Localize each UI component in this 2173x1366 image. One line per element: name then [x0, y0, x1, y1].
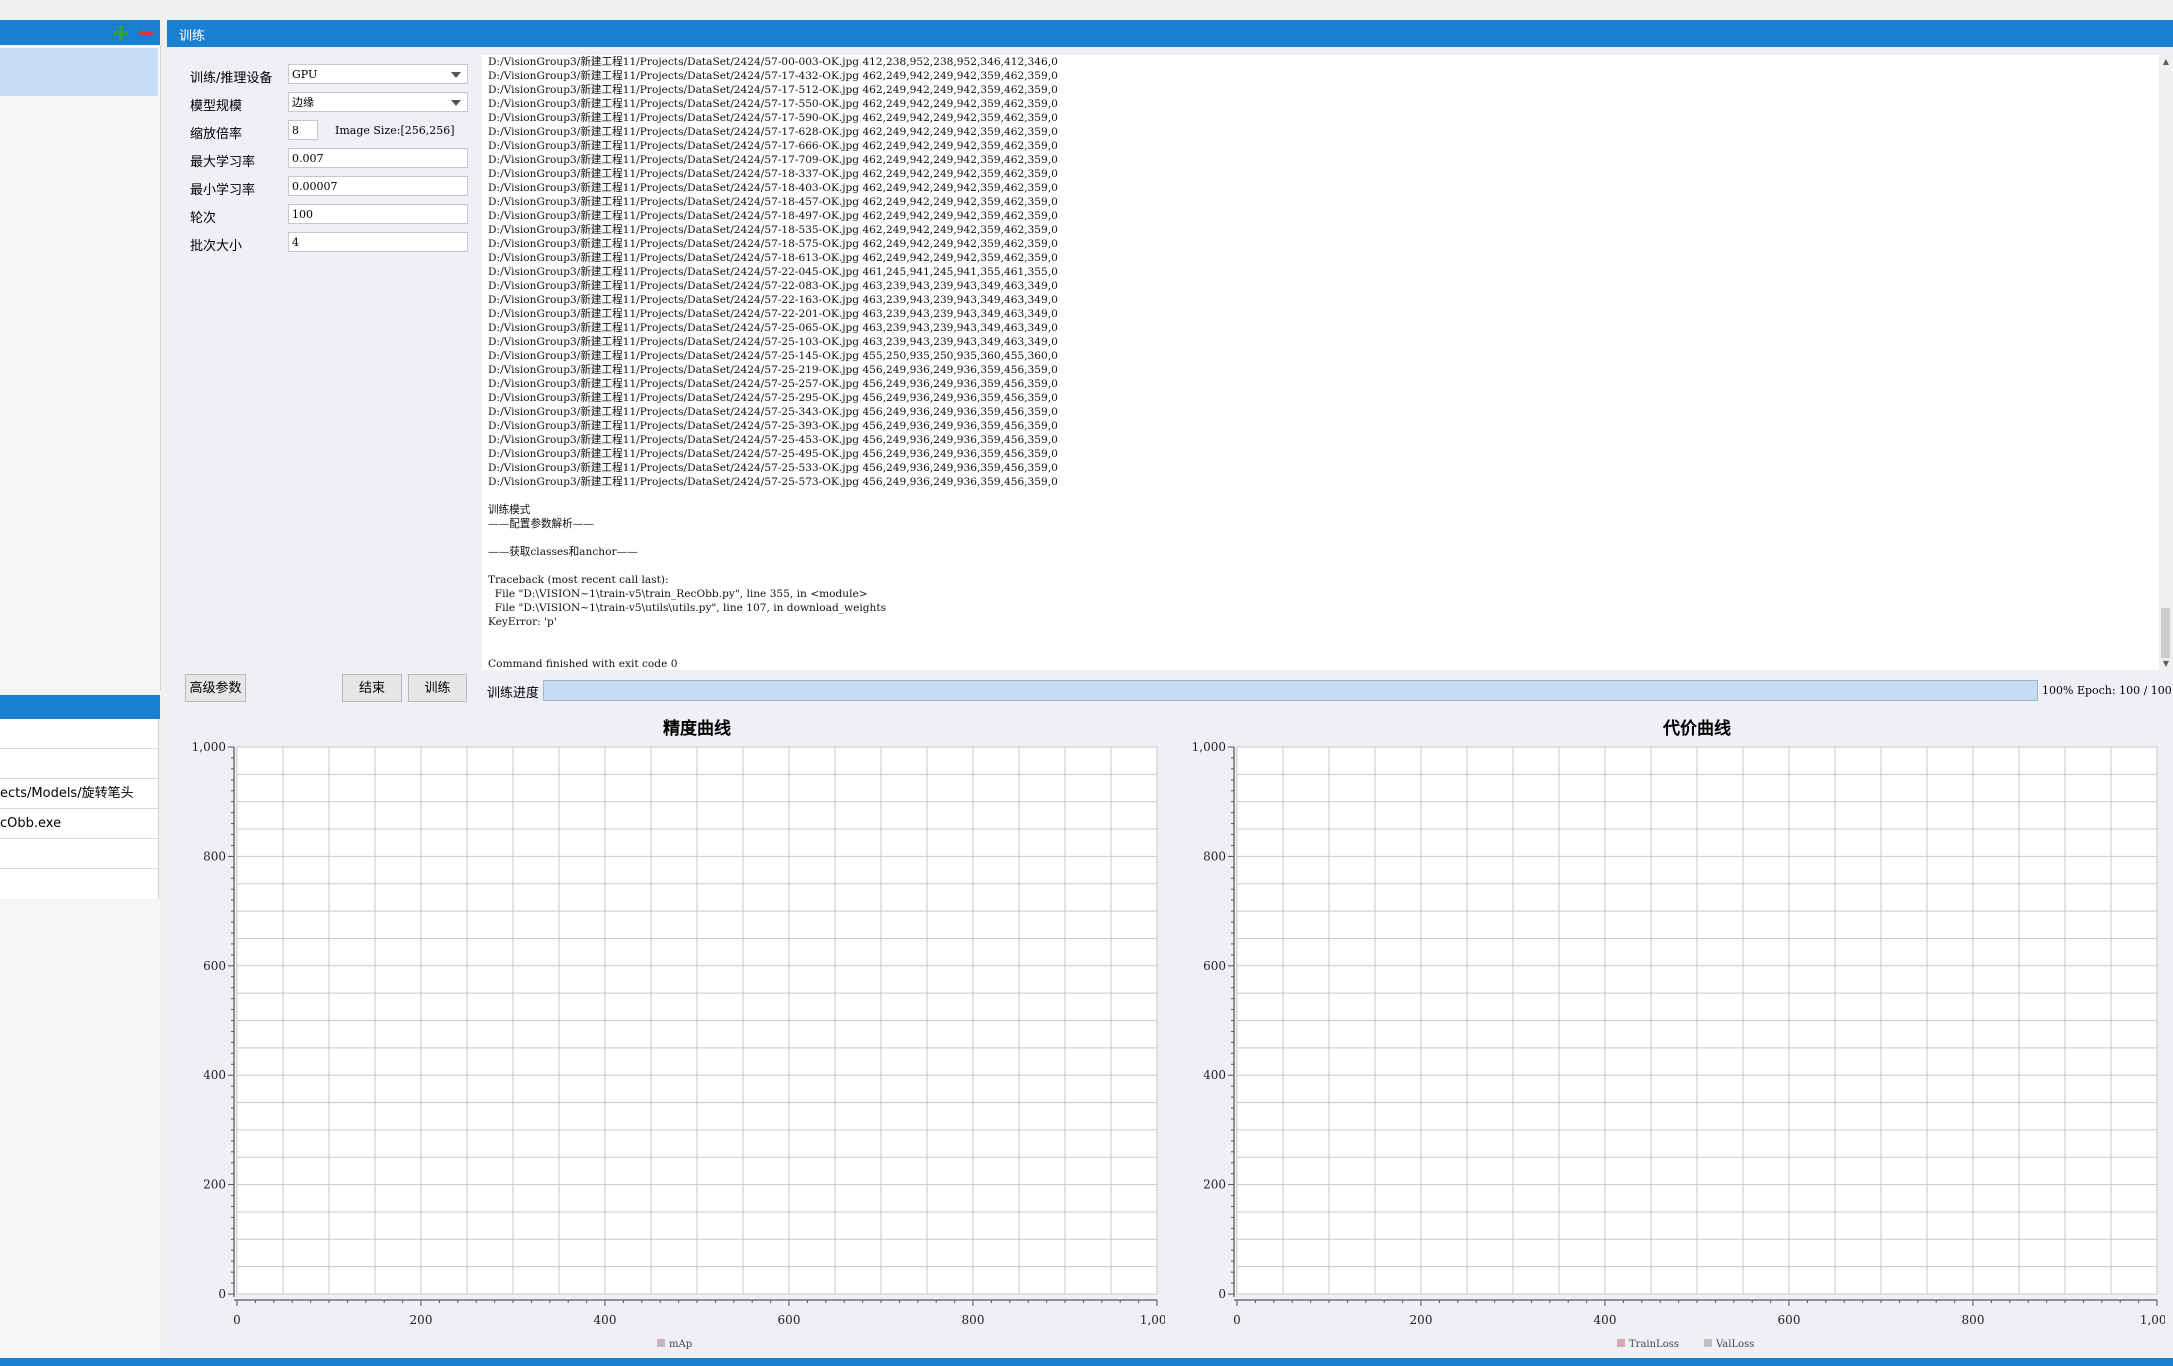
x-tick-label: 400	[1594, 1313, 1617, 1327]
legend-swatch	[1617, 1339, 1625, 1347]
model-scale-value: 边缘	[292, 96, 314, 109]
device-value: GPU	[292, 68, 318, 81]
min-lr-label: 最小学习率	[190, 183, 256, 198]
epochs-row: 轮次 100	[190, 204, 470, 226]
x-tick-label: 200	[1410, 1313, 1433, 1327]
y-tick-label: 0	[218, 1287, 226, 1301]
stop-button[interactable]: 结束	[342, 674, 402, 702]
legend-swatch	[657, 1339, 665, 1347]
progress-fill	[544, 681, 2037, 700]
legend-swatch	[1704, 1339, 1712, 1347]
progress-label: 训练进度	[487, 686, 540, 701]
x-tick-label: 0	[233, 1313, 241, 1327]
min-lr-input[interactable]: 0.00007	[288, 176, 468, 196]
epochs-input[interactable]: 100	[288, 204, 468, 224]
scale-input[interactable]: 8	[288, 120, 318, 140]
training-log[interactable]: D:/VisionGroup3/新建工程11/Projects/DataSet/…	[482, 55, 2159, 670]
y-tick-label: 0	[1218, 1287, 1226, 1301]
device-label: 训练/推理设备	[190, 71, 273, 86]
list-item[interactable]: cObb.exe	[0, 809, 158, 839]
y-tick-label: 600	[203, 959, 226, 973]
x-tick-label: 800	[962, 1313, 985, 1327]
x-tick-label: 200	[410, 1313, 433, 1327]
list-item[interactable]	[0, 749, 158, 779]
title-strip	[0, 0, 2173, 20]
y-tick-label: 200	[1203, 1178, 1226, 1192]
device-select[interactable]: GPU	[288, 64, 468, 84]
model-panel-header	[0, 695, 160, 719]
y-tick-label: 800	[1203, 849, 1226, 863]
x-tick-label: 400	[594, 1313, 617, 1327]
left-panel-empty	[0, 900, 160, 1358]
x-tick-label: 1,000	[2140, 1313, 2165, 1327]
x-tick-label: 600	[778, 1313, 801, 1327]
scale-label: 缩放倍率	[190, 127, 243, 142]
x-tick-label: 0	[1233, 1313, 1241, 1327]
list-item[interactable]	[0, 839, 158, 869]
project-panel-header	[0, 20, 160, 45]
model-scale-row: 模型规模 边缘	[190, 92, 470, 114]
x-tick-label: 1,000	[1140, 1313, 1165, 1327]
x-tick-label: 800	[1962, 1313, 1985, 1327]
max-lr-label: 最大学习率	[190, 155, 256, 170]
y-tick-label: 400	[203, 1068, 226, 1082]
project-tree	[0, 45, 161, 690]
y-tick-label: 200	[203, 1178, 226, 1192]
model-scale-label: 模型规模	[190, 99, 243, 114]
advanced-params-button[interactable]: 高级参数	[185, 674, 246, 702]
train-button[interactable]: 训练	[408, 674, 467, 702]
log-text: D:/VisionGroup3/新建工程11/Projects/DataSet/…	[488, 56, 1058, 670]
status-bar	[0, 1358, 2173, 1366]
project-tree-selected-item[interactable]	[0, 48, 158, 96]
training-progress-bar	[543, 680, 2038, 701]
progress-text: 100% Epoch: 100 / 100	[2042, 684, 2172, 697]
legend-label: mAp	[669, 1339, 692, 1350]
page-title: 训练	[179, 29, 206, 44]
model-info-list: ects/Models/旋转笔头 cObb.exe	[0, 719, 159, 899]
chart-title: 代价曲线	[1662, 718, 1731, 739]
model-scale-select[interactable]: 边缘	[288, 92, 468, 112]
list-item[interactable]: ects/Models/旋转笔头	[0, 779, 158, 809]
image-size-text: Image Size:[256,256]	[335, 124, 455, 137]
scale-row: 缩放倍率 8 Image Size:[256,256]	[190, 120, 470, 142]
y-tick-label: 600	[1203, 959, 1226, 973]
log-scrollbar[interactable]	[2159, 55, 2173, 670]
y-tick-label: 800	[203, 849, 226, 863]
batch-label: 批次大小	[190, 239, 243, 254]
remove-icon[interactable]	[138, 25, 154, 41]
chart-title: 精度曲线	[663, 718, 731, 739]
scroll-up-icon[interactable]: ▲	[2161, 57, 2171, 67]
epochs-label: 轮次	[190, 211, 217, 226]
x-tick-label: 600	[1778, 1313, 1801, 1327]
scroll-down-icon[interactable]: ▼	[2161, 659, 2171, 669]
max-lr-row: 最大学习率 0.007	[190, 148, 470, 170]
chevron-down-icon	[451, 100, 461, 106]
y-tick-label: 1,000	[1192, 740, 1226, 754]
list-item[interactable]	[0, 719, 158, 749]
batch-input[interactable]: 4	[288, 232, 468, 252]
batch-row: 批次大小 4	[190, 232, 470, 254]
legend-label: ValLoss	[1715, 1339, 1754, 1350]
y-tick-label: 1,000	[192, 740, 226, 754]
chevron-down-icon	[451, 72, 461, 78]
min-lr-row: 最小学习率 0.00007	[190, 176, 470, 198]
y-tick-label: 400	[1203, 1068, 1226, 1082]
loss-chart: 代价曲线 0 200 400 600 800 1,000 0 200 400 600 800 1,000…	[1192, 718, 2165, 1350]
main-header: 训练	[167, 20, 2173, 47]
legend-label: TrainLoss	[1629, 1339, 1679, 1350]
add-icon[interactable]	[113, 25, 129, 41]
accuracy-chart: 精度曲线 0 200 400 600 800 1,000 0 200 400 600 800 1,000…	[192, 718, 1165, 1350]
max-lr-input[interactable]: 0.007	[288, 148, 468, 168]
device-row: 训练/推理设备 GPU	[190, 64, 470, 86]
log-scrollbar-thumb[interactable]	[2161, 608, 2170, 658]
